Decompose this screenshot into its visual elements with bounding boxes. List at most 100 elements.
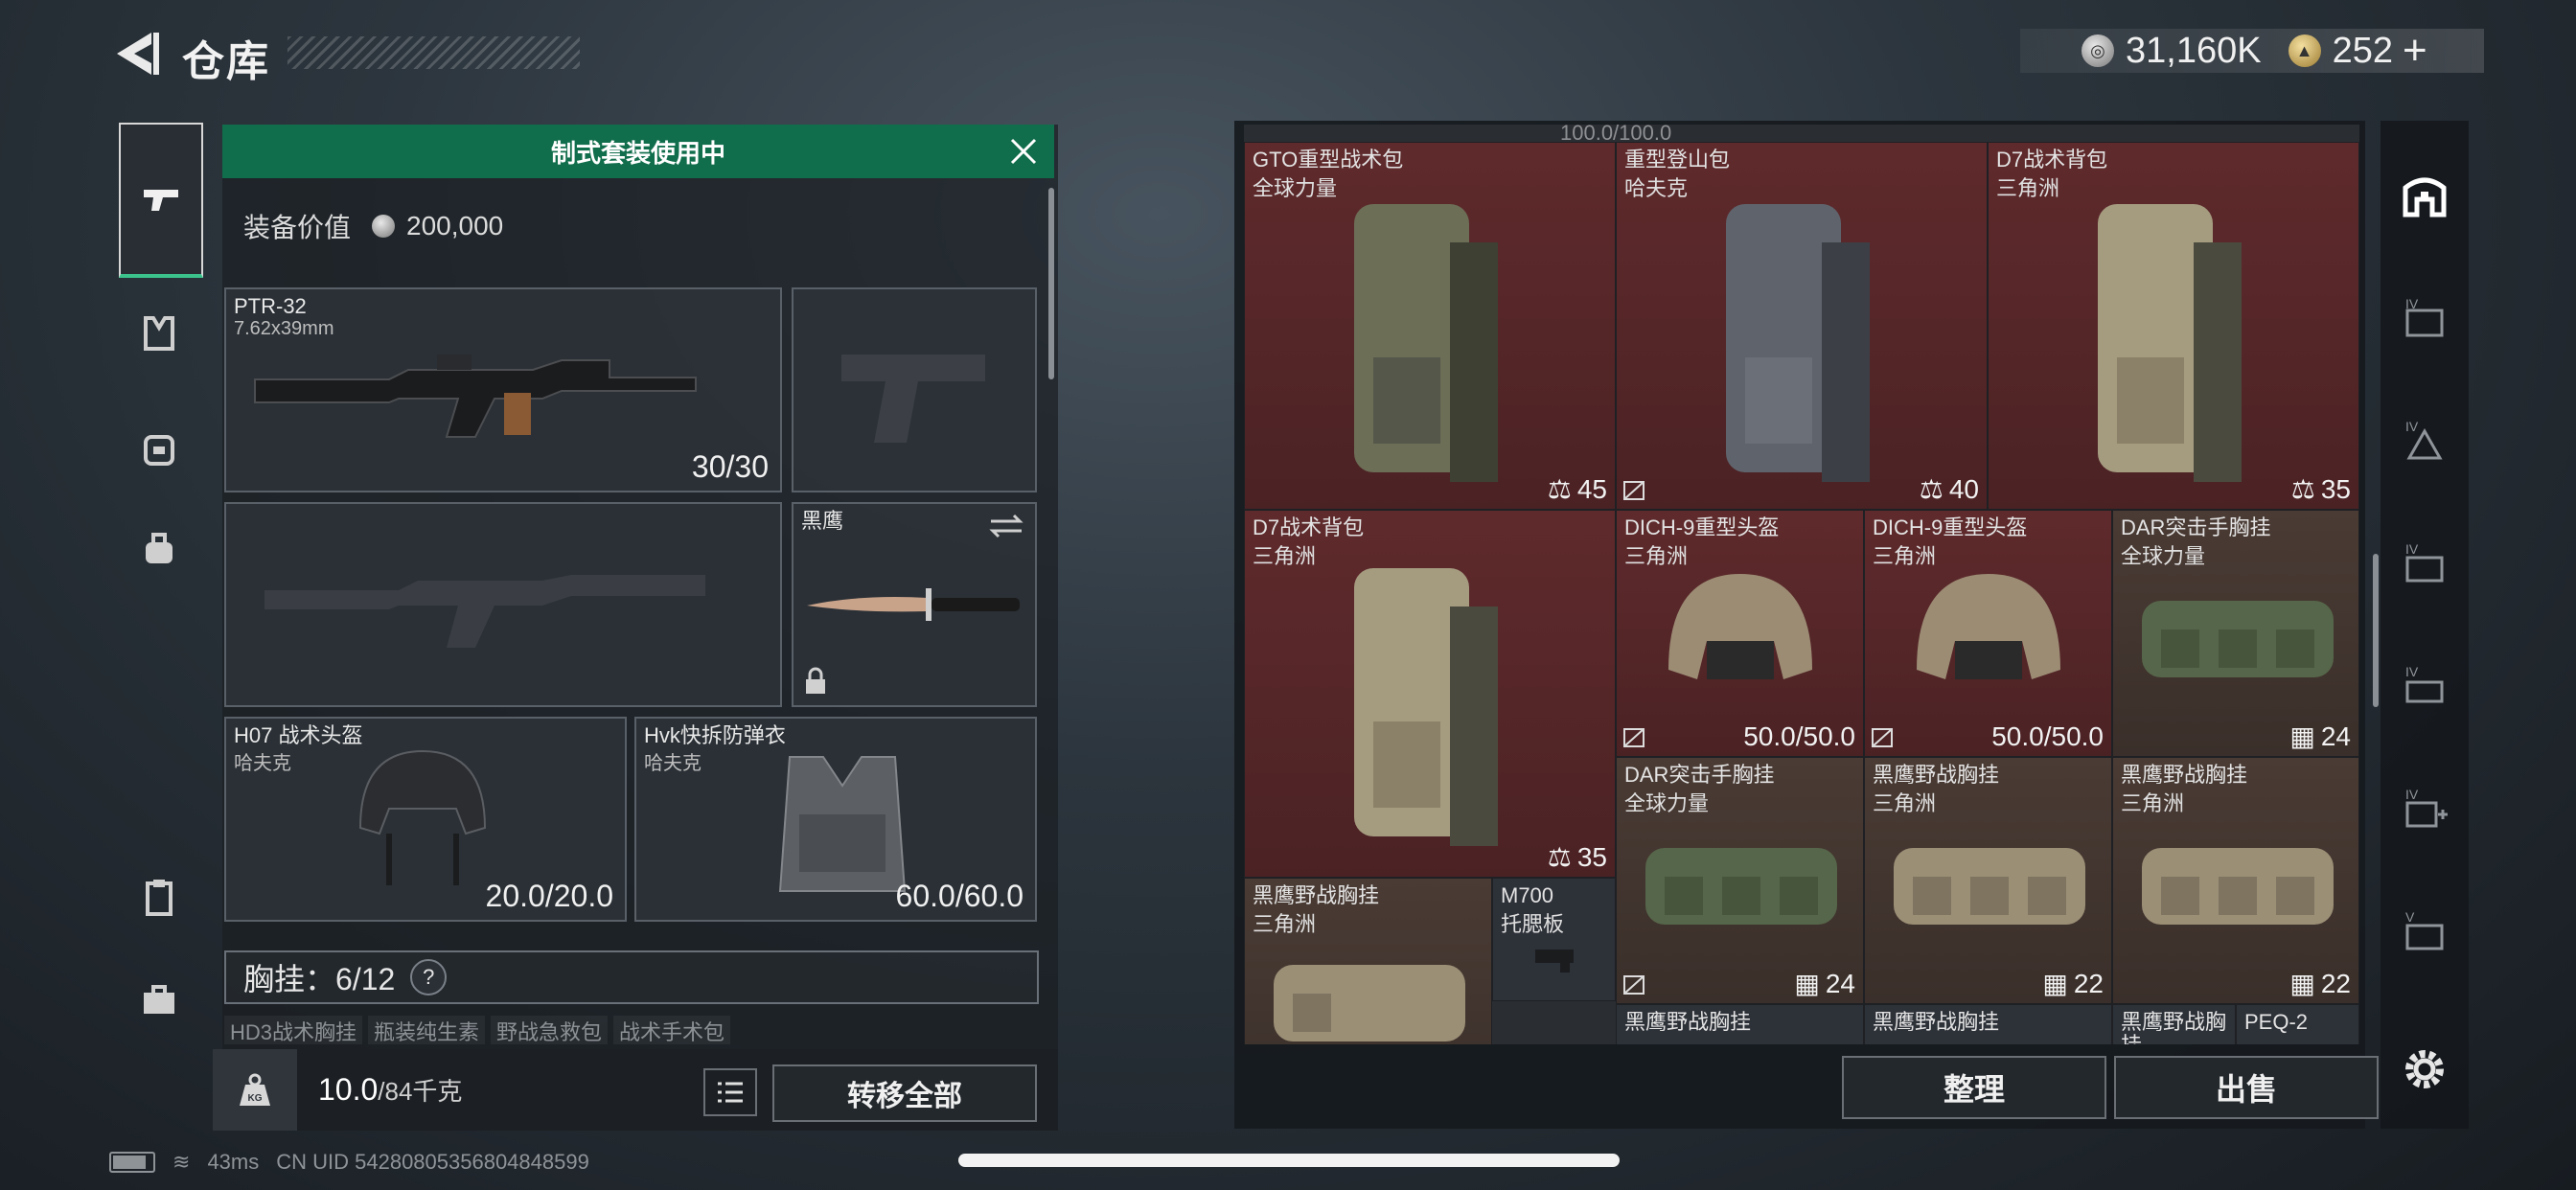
loadout-panel: 制式套装使用中 装备价值 200,000 PTR-32 7.62x39mm 30… — [213, 125, 1058, 1131]
chest-rig-small-icon: ▦ — [2042, 969, 2068, 998]
weapon-name: PTR-32 — [234, 294, 307, 318]
stash-home-icon — [2403, 177, 2447, 217]
sort-button[interactable]: 整理 — [1842, 1056, 2106, 1119]
armor-slot[interactable]: Hvk快拆防弹衣 哈夫克 60.0/60.0 — [634, 717, 1037, 922]
no-insurance-icon — [1623, 975, 1644, 995]
armor-name: Hvk快拆防弹衣 — [644, 723, 786, 747]
item-name: 黑鹰野战胸挂 — [1873, 1010, 2000, 1034]
carry-weight-value: 10.0 — [318, 1072, 379, 1107]
stash-item[interactable]: DICH-9重型头盔 三角洲 50.0/50.0 — [1616, 510, 1864, 757]
stash-item[interactable]: M700 托腮板 — [1492, 878, 1616, 1001]
swap-icon[interactable] — [987, 512, 1025, 540]
body-armor-icon — [778, 756, 907, 892]
loadout-scrollbar[interactable] — [1048, 188, 1054, 379]
transfer-all-button[interactable]: 转移全部 — [772, 1064, 1037, 1122]
pistol-slot[interactable] — [792, 287, 1037, 492]
melee-slot[interactable]: 黑鹰 — [792, 502, 1037, 707]
secondary-weapon-slot[interactable] — [224, 502, 782, 707]
close-icon[interactable] — [1006, 134, 1041, 169]
stash-scrollbar[interactable] — [2373, 554, 2379, 707]
stash-item[interactable]: GTO重型战术包 全球力量 ⚖ 45 — [1244, 142, 1616, 510]
item-name: 黑鹰野战胸挂 — [2121, 1010, 2227, 1045]
list-icon — [718, 1082, 743, 1103]
rifle-silhouette-icon — [264, 575, 705, 648]
nav-stash-page-5[interactable]: IV — [2394, 780, 2455, 841]
stash-item[interactable]: DICH-9重型头盔 三角洲 50.0/50.0 — [1864, 510, 2112, 757]
sell-button[interactable]: 出售 — [2114, 1056, 2379, 1119]
weight-small-icon: ⚖ — [1547, 842, 1572, 872]
chest-rig-capacity: 胸挂：6/12 — [243, 962, 396, 996]
nav-stash-page-6[interactable]: V — [2394, 903, 2455, 964]
melee-name: 黑鹰 — [801, 509, 844, 533]
nav-keys[interactable] — [119, 857, 199, 937]
stash-top-fragment: 100.0/100.0 — [1560, 125, 1672, 145]
chest-item[interactable]: 野战急救包 — [491, 1016, 609, 1044]
stash-item[interactable]: 黑鹰野战胸挂 三角洲 — [1244, 878, 1492, 1044]
weight-small-icon: ⚖ — [2290, 474, 2315, 504]
stash-item[interactable]: DAR突击手胸挂 全球力量 ▦ 24 — [2112, 510, 2359, 757]
nav-all-stash[interactable] — [2394, 165, 2455, 226]
stash-item[interactable]: 黑鹰野战胸挂 — [2112, 1004, 2236, 1044]
helmet-name: H07 战术头盔 — [234, 723, 363, 747]
gold-coin-icon: ▲ — [2288, 34, 2321, 67]
wifi-icon: ≋ — [172, 1150, 191, 1174]
list-view-button[interactable] — [703, 1068, 757, 1116]
help-icon[interactable]: ? — [410, 959, 448, 995]
item-name: D7战术背包 — [1996, 148, 2108, 172]
battery-icon — [109, 1152, 155, 1173]
chest-rig-icon — [1645, 848, 1837, 925]
nav-toolbox[interactable] — [119, 960, 199, 1041]
item-name: 黑鹰野战胸挂 — [1624, 1010, 1752, 1034]
stash-item[interactable]: 黑鹰野战胸挂 三角洲 ▦ 22 — [2112, 757, 2359, 1004]
chest-item[interactable]: 瓶装纯生素 — [368, 1016, 486, 1044]
home-indicator[interactable] — [958, 1154, 1620, 1167]
ammo-count: 30/30 — [691, 449, 769, 484]
settings-gear-icon[interactable] — [2396, 1041, 2453, 1098]
nav-chest-rig[interactable] — [119, 293, 199, 374]
stash-grid: 100.0/100.0 GTO重型战术包 全球力量 ⚖ 45 重型登山包 哈夫克 … — [1244, 125, 2359, 1044]
svg-text:IV: IV — [2405, 419, 2419, 434]
item-capacity: ⚖ 45 — [1547, 473, 1607, 505]
stash-item[interactable]: D7战术背包 三角洲 ⚖ 35 — [1244, 510, 1616, 878]
chest-rig-icon — [2142, 601, 2334, 677]
nav-container[interactable] — [119, 510, 199, 590]
ammo-box-icon: IV — [2405, 664, 2444, 703]
stash-item[interactable]: 黑鹰野战胸挂 三角洲 ▦ 22 — [1864, 757, 2112, 1004]
nav-weapons[interactable] — [119, 123, 203, 278]
uid-text: CN UID 5428080535680484859​9 — [276, 1150, 589, 1174]
stash-item[interactable]: 黑鹰野战胸挂 — [1616, 1004, 1864, 1044]
chest-item[interactable]: HD3战术胸挂 — [224, 1016, 363, 1044]
nav-backpack[interactable] — [119, 408, 199, 489]
equip-value-amount: 200,000 — [406, 211, 504, 240]
chest-item[interactable]: 战术手术包 — [613, 1016, 731, 1044]
primary-weapon-slot[interactable]: PTR-32 7.62x39mm 30/30 — [224, 287, 782, 492]
item-durability: 50.0/50.0 — [1991, 721, 2104, 751]
chest-rig-small-icon: ▦ — [2289, 969, 2315, 998]
item-capacity: ⚖ 35 — [1547, 841, 1607, 873]
item-faction: 三角洲 — [1253, 912, 1317, 936]
nav-stash-page-3[interactable]: IV — [2394, 535, 2455, 596]
stash-item[interactable]: D7战术背包 三角洲 ⚖ 35 — [1988, 142, 2359, 510]
item-faction: 全球力量 — [1253, 176, 1338, 200]
nav-stash-page-4[interactable]: IV — [2394, 657, 2455, 719]
nav-stash-page-2[interactable]: IV — [2394, 412, 2455, 473]
chest-rig-icon — [1274, 965, 1465, 1041]
stash-item[interactable]: 重型登山包 哈夫克 ⚖ 40 — [1616, 142, 1988, 510]
chest-rig-row[interactable]: 胸挂：6/12 ? — [224, 950, 1039, 1004]
item-name: DAR突击手胸挂 — [2121, 515, 2271, 539]
item-name: 黑鹰野战胸挂 — [2121, 763, 2248, 787]
item-name: 黑鹰野战胸挂 — [1253, 883, 1380, 907]
carry-weight-max: /84千克 — [378, 1077, 463, 1106]
add-currency-button[interactable]: + — [2403, 27, 2427, 75]
equip-value: 装备价值 200,000 — [243, 207, 503, 245]
stash-item[interactable]: 黑鹰野战胸挂 — [1864, 1004, 2112, 1044]
helmet-slot[interactable]: H07 战术头盔 哈夫克 20.0/20.0 — [224, 717, 627, 922]
stash-item[interactable]: DAR突击手胸挂 全球力量 ▦ 24 — [1616, 757, 1864, 1004]
back-arrow-icon[interactable] — [105, 27, 163, 80]
item-capacity: ▦ 22 — [2042, 968, 2104, 999]
chest-rig-icon — [144, 316, 174, 351]
folder-box-icon: IV — [2405, 541, 2444, 583]
stash-item[interactable]: PEQ-2 — [2236, 1004, 2359, 1044]
nav-stash-page-1[interactable]: IV — [2394, 289, 2455, 351]
page-title: 仓库 — [182, 38, 270, 85]
